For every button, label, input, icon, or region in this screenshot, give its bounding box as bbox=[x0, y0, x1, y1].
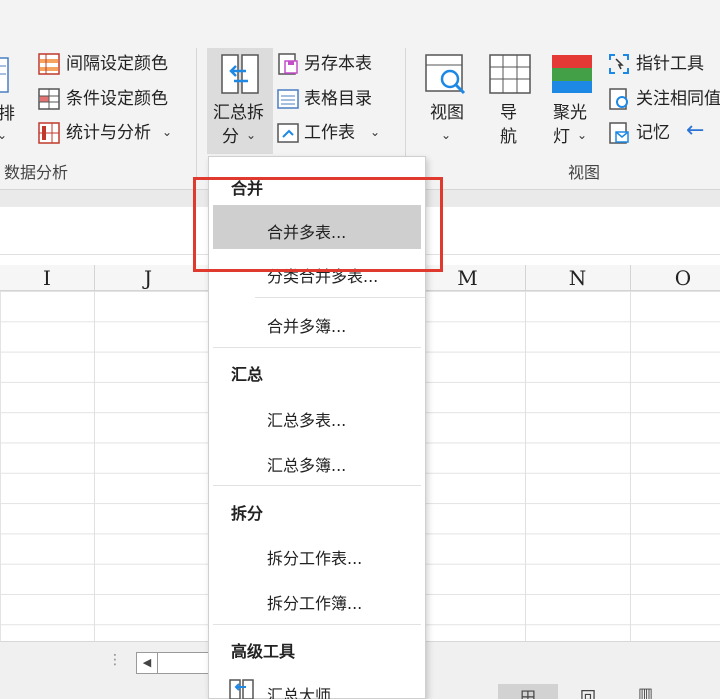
column-header-j[interactable]: J bbox=[94, 265, 202, 291]
merge-split-icon bbox=[221, 54, 259, 94]
navigation-label-1[interactable]: 导 bbox=[500, 102, 517, 124]
interval-color-button[interactable]: 间隔设定颜色 bbox=[66, 53, 168, 75]
column-divider bbox=[94, 265, 95, 291]
normal-view-icon[interactable]: 田 bbox=[520, 684, 536, 699]
view-icon bbox=[425, 54, 466, 95]
stats-analysis-button[interactable]: 统计与分析 bbox=[66, 122, 151, 144]
back-arrow-icon[interactable]: ← bbox=[686, 120, 704, 142]
worksheet-icon bbox=[277, 123, 299, 143]
menu-item-split-workbook[interactable]: 拆分工作簿... bbox=[267, 590, 362, 614]
menu-divider bbox=[255, 297, 425, 298]
chevron-down-icon[interactable]: ⌄ bbox=[246, 128, 256, 142]
conditional-color-icon bbox=[38, 88, 60, 110]
scroll-left-button[interactable]: ◀ bbox=[136, 652, 158, 674]
menu-section-summary: 汇总 bbox=[231, 365, 264, 384]
watch-same-icon bbox=[609, 88, 628, 110]
spotlight-icon bbox=[552, 55, 592, 93]
tab-bar-splitter[interactable]: ⋮ bbox=[108, 652, 122, 668]
sheet-catalog-button[interactable]: 表格目录 bbox=[304, 88, 372, 110]
chevron-down-icon[interactable]: ⌄ bbox=[162, 125, 172, 139]
menu-section-split: 拆分 bbox=[231, 504, 264, 523]
menu-divider bbox=[213, 347, 421, 348]
navigation-icon bbox=[489, 54, 531, 94]
worksheet-button[interactable]: 工作表 bbox=[304, 122, 355, 144]
merge-split-label-1[interactable]: 汇总拆 bbox=[213, 102, 264, 124]
menu-item-summary-multi-books[interactable]: 汇总多簿... bbox=[267, 452, 346, 476]
column-divider bbox=[630, 265, 631, 291]
pointer-tool-icon bbox=[609, 54, 629, 74]
chevron-down-icon[interactable]: ⌄ bbox=[370, 125, 380, 139]
sheet-catalog-icon bbox=[277, 89, 299, 109]
merge-split-label-2[interactable]: 分 bbox=[222, 126, 239, 148]
menu-item-summary-master[interactable]: 汇总大师... bbox=[267, 682, 346, 699]
grid-column-line bbox=[630, 291, 631, 641]
memory-icon bbox=[609, 122, 629, 144]
save-sheet-button[interactable]: 另存本表 bbox=[304, 53, 372, 75]
summary-master-icon bbox=[229, 679, 254, 699]
chevron-down-icon[interactable]: ⌄ bbox=[441, 128, 451, 142]
chevron-down-icon[interactable]: ⌄ bbox=[0, 128, 7, 142]
grid-column-line bbox=[525, 291, 526, 641]
annotation-highlight-box bbox=[193, 177, 443, 272]
column-header-o[interactable]: O bbox=[630, 265, 720, 291]
menu-item-split-worksheet[interactable]: 拆分工作表... bbox=[267, 545, 362, 569]
horizontal-scrollbar[interactable] bbox=[158, 652, 210, 674]
column-header-n[interactable]: N bbox=[525, 265, 630, 291]
spotlight-label-2[interactable]: 灯 bbox=[553, 126, 570, 148]
view-button[interactable]: 视图 bbox=[430, 102, 464, 124]
page-layout-view-icon[interactable]: 回 bbox=[580, 684, 596, 699]
interval-color-icon bbox=[38, 53, 60, 75]
menu-item-summary-multi-sheets[interactable]: 汇总多表... bbox=[267, 407, 346, 431]
group-label-data-analysis: 数据分析 bbox=[4, 163, 69, 182]
navigation-label-2[interactable]: 航 bbox=[500, 126, 517, 148]
group-divider bbox=[196, 48, 197, 180]
conditional-color-button[interactable]: 条件设定颜色 bbox=[66, 88, 168, 110]
stats-analysis-icon bbox=[38, 122, 60, 144]
grid-column-line bbox=[94, 291, 95, 641]
chevron-down-icon[interactable]: ⌄ bbox=[577, 128, 587, 142]
memory-button[interactable]: 记忆 bbox=[636, 122, 670, 144]
spotlight-label-1[interactable]: 聚光 bbox=[553, 102, 587, 124]
save-sheet-icon bbox=[278, 53, 298, 75]
group-label-view: 视图 bbox=[568, 163, 601, 182]
column-divider bbox=[525, 265, 526, 291]
sort-icon bbox=[0, 57, 9, 93]
column-header-i[interactable]: I bbox=[0, 265, 94, 291]
menu-divider bbox=[213, 485, 421, 486]
pointer-tool-button[interactable]: 指针工具 bbox=[636, 53, 704, 75]
page-break-view-icon[interactable]: ▥ bbox=[638, 684, 653, 699]
menu-item-merge-multi-books[interactable]: 合并多簿... bbox=[267, 313, 346, 337]
watch-same-button[interactable]: 关注相同值 bbox=[636, 88, 720, 110]
menu-divider bbox=[213, 624, 421, 625]
menu-section-advanced: 高级工具 bbox=[231, 642, 296, 661]
sort-label[interactable]: 排 bbox=[0, 103, 15, 125]
